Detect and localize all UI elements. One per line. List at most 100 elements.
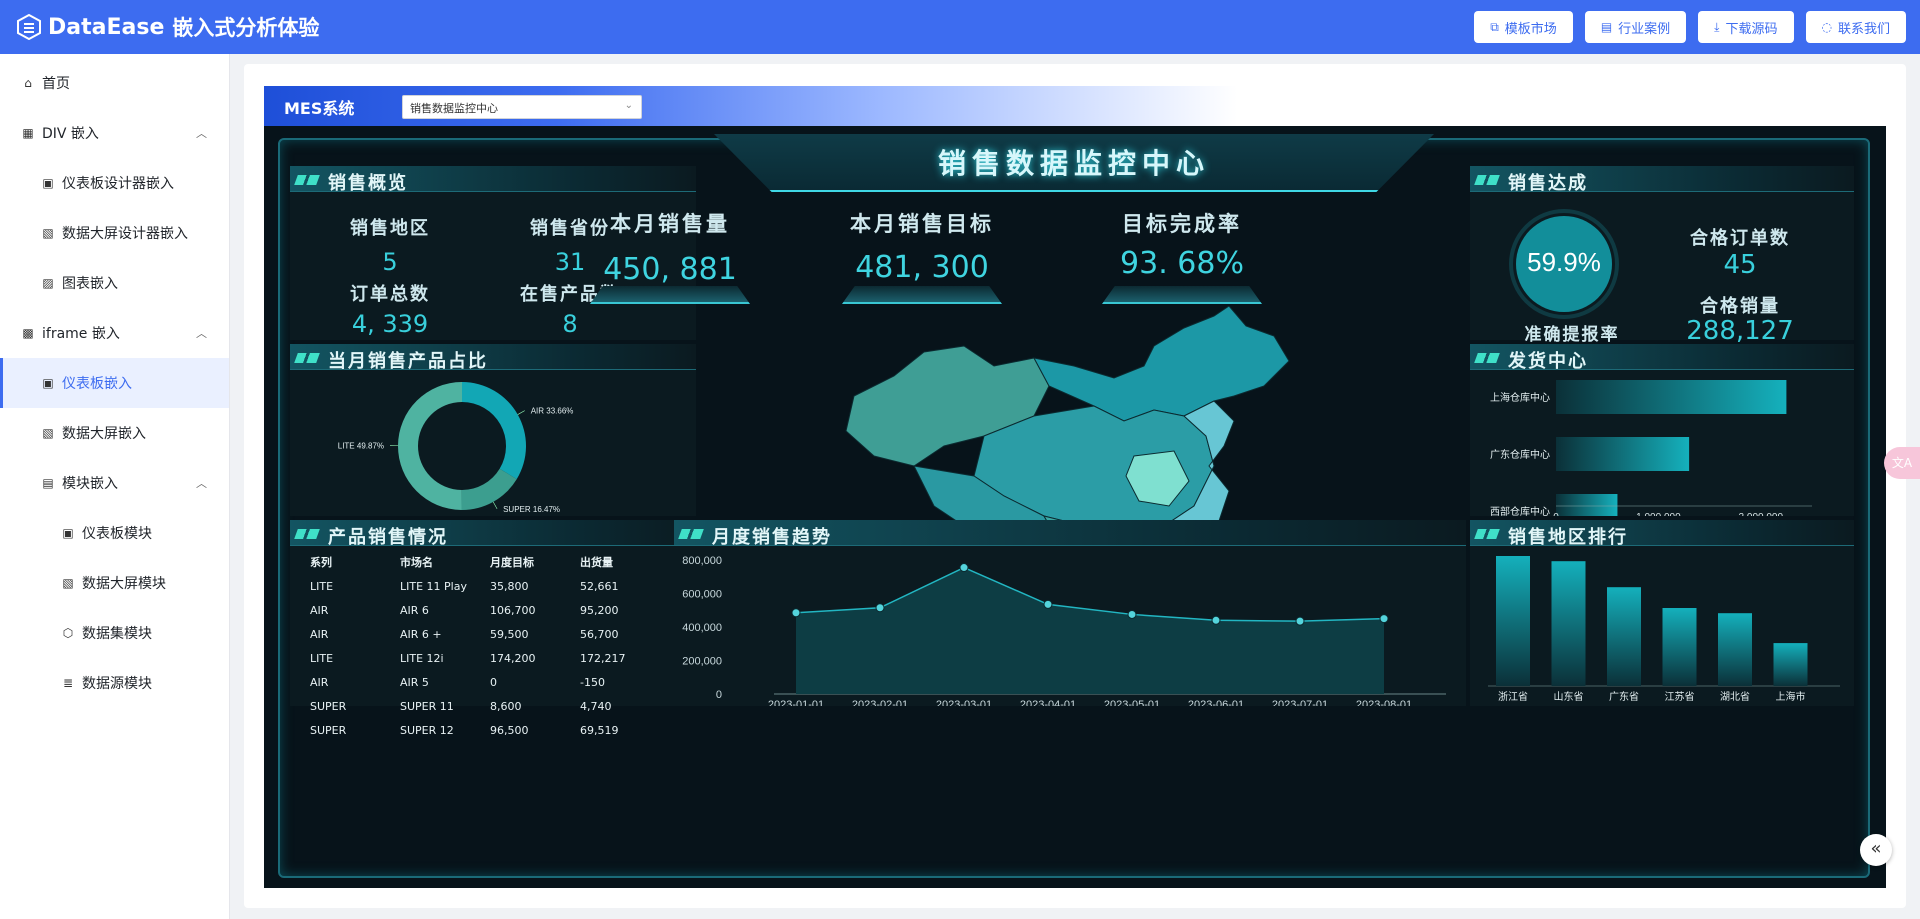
chevron-up-icon: ︿ xyxy=(196,127,207,140)
sidebar-item[interactable]: ▤ 模块嵌入 ︿ xyxy=(0,458,229,508)
bar[interactable] xyxy=(1556,437,1690,471)
bar[interactable] xyxy=(1556,380,1787,414)
sidebar-item[interactable]: ▩ iframe 嵌入 ︿ xyxy=(0,308,229,358)
table-row: AIR AIR 6 106,700 95,200 xyxy=(310,598,670,622)
y-tick-label: 200,000 xyxy=(682,656,722,668)
app-title: 嵌入式分析体验 xyxy=(172,16,320,40)
table-cell: SUPER 12 xyxy=(400,723,454,737)
table-cell: LITE xyxy=(310,651,334,665)
screen-icon: ▧ xyxy=(42,226,54,240)
sidebar-item-label: 仪表板嵌入 xyxy=(62,376,132,392)
sidebar-item[interactable]: ▧ 数据大屏设计器嵌入 xyxy=(0,208,229,258)
module-icon: ▤ xyxy=(42,476,54,490)
table-cell: LITE 12i xyxy=(400,651,444,665)
header-action-button[interactable]: ⧉ 模板市场 xyxy=(1474,11,1573,43)
gauge-label: 准确提报率 xyxy=(1524,325,1620,345)
bar[interactable] xyxy=(1556,494,1618,516)
trend-point[interactable] xyxy=(1295,616,1305,626)
kpi-label: 合格销量 xyxy=(1700,296,1780,317)
sidebar-item[interactable]: ▣ 仪表板设计器嵌入 xyxy=(0,158,229,208)
x-tick-label: 2023-02-01 xyxy=(852,699,908,706)
bar[interactable] xyxy=(1662,608,1697,686)
translate-icon[interactable]: 文A xyxy=(1884,447,1920,479)
sidebar-item-label: 数据大屏嵌入 xyxy=(62,426,146,442)
header-action-label: 联系我们 xyxy=(1837,21,1890,37)
sidebar-item[interactable]: ▦ DIV 嵌入 ︿ xyxy=(0,108,229,158)
sidebar-item[interactable]: ▣ 仪表板模块 xyxy=(0,508,229,558)
sidebar-item[interactable]: ▧ 数据大屏模块 xyxy=(0,558,229,608)
trend-point[interactable] xyxy=(1127,609,1137,619)
sidebar-item-label: 数据大屏设计器嵌入 xyxy=(62,226,188,242)
center-kpi-label: 目标完成率 xyxy=(1122,212,1242,236)
kpi-value: 8 xyxy=(562,310,578,338)
kpi-value: 4, 339 xyxy=(351,310,429,338)
document-icon: ▤ xyxy=(1600,20,1613,34)
table-cell: 174,200 xyxy=(490,651,536,665)
bar[interactable] xyxy=(1496,556,1530,686)
sidebar-item[interactable]: ▣ 仪表板嵌入 xyxy=(0,358,229,408)
donut-slice[interactable] xyxy=(461,468,517,510)
dashboard-screen: 销售数据监控中心 销售概览 销售地区 5 销售省份 31 订单总数 4, 339… xyxy=(264,126,1886,888)
dashboard-icon: ▣ xyxy=(62,526,74,540)
header-action-label: 模板市场 xyxy=(1504,21,1557,37)
table-cell: 95,200 xyxy=(580,603,619,617)
bar[interactable] xyxy=(1718,613,1752,686)
trend-point[interactable] xyxy=(1379,614,1389,624)
sidebar-item[interactable]: ≣ 数据源模块 xyxy=(0,658,229,708)
header-action-label: 下载源码 xyxy=(1725,21,1778,37)
chevron-up-icon: ︿ xyxy=(196,327,207,340)
sidebar-item-label: 数据源模块 xyxy=(82,676,152,692)
sidebar-item-label: DIV 嵌入 xyxy=(42,126,99,142)
panel-header: 产品销售情况 xyxy=(290,520,696,548)
table-cell: LITE xyxy=(310,579,334,593)
download-icon: ⤓ xyxy=(1714,19,1720,34)
x-tick-label: 2023-01-01 xyxy=(768,699,824,706)
bar[interactable] xyxy=(1773,643,1808,686)
collapse-icon[interactable]: « xyxy=(1860,834,1892,866)
sidebar-item[interactable]: ▨ 图表嵌入 xyxy=(0,258,229,308)
x-tick-label: 1,000,000 xyxy=(1636,512,1681,516)
ranking-panel: 销售地区排行 浙江省 山东省 广东省 江苏省 湖北省 上海市 xyxy=(1470,520,1854,706)
header-action-button[interactable]: ⤓ 下载源码 xyxy=(1698,11,1794,43)
donut-slice[interactable] xyxy=(398,382,462,510)
header-action-button[interactable]: ◌ 联系我们 xyxy=(1805,11,1906,43)
sidebar-item[interactable]: ▧ 数据大屏嵌入 xyxy=(0,408,229,458)
screen-title: 销售数据监控中心 xyxy=(937,147,1210,180)
table-header-cell: 系列 xyxy=(310,556,332,569)
center-kpi-label: 本月销售目标 xyxy=(850,212,994,236)
panel-header: 当月销售产品占比 xyxy=(290,344,696,372)
sidebar-item[interactable]: ⬡ 数据集模块 xyxy=(0,608,229,658)
donut-slice[interactable] xyxy=(462,382,526,480)
sidebar-item[interactable]: ⌂ 首页 xyxy=(0,58,229,108)
trend-panel: 月度销售趋势 0 200,000 400,000 600,000 800,000 2023… xyxy=(674,520,1466,706)
trend-point[interactable] xyxy=(791,608,801,618)
sidebar-item-label: 数据大屏模块 xyxy=(82,576,166,592)
table-cell: 35,800 xyxy=(490,579,529,593)
x-tick-label: 2023-04-01 xyxy=(1020,699,1076,706)
trend-point[interactable] xyxy=(1211,615,1221,625)
x-tick-label: 上海市 xyxy=(1776,690,1806,703)
trend-area xyxy=(796,567,1384,694)
bar[interactable] xyxy=(1551,561,1586,686)
gauge-value: 59.9% xyxy=(1527,247,1601,277)
chat-icon: ◌ xyxy=(1821,20,1832,34)
view-select[interactable]: 销售数据监控中心 ⌄ xyxy=(402,95,642,119)
table-row: AIR AIR 5 0 -150 xyxy=(310,670,670,694)
table-cell: 172,217 xyxy=(580,651,626,665)
x-tick-label: 2023-05-01 xyxy=(1104,699,1160,706)
sidebar-item-label: iframe 嵌入 xyxy=(42,326,120,342)
product-sales-title: 产品销售情况 xyxy=(328,527,448,548)
template-icon: ⧉ xyxy=(1490,19,1499,34)
table-row: LITE LITE 11 Play 35,800 52,661 xyxy=(310,574,670,598)
y-tick-label: 0 xyxy=(716,689,722,701)
logo[interactable]: DataEase 嵌入式分析体验 xyxy=(16,12,319,42)
header-action-button[interactable]: ▤ 行业案例 xyxy=(1584,11,1687,43)
trend-point[interactable] xyxy=(875,603,885,613)
trend-point[interactable] xyxy=(959,563,969,573)
bar-category-label: 上海仓库中心 xyxy=(1490,391,1550,404)
frame-title: MES系统 xyxy=(284,99,355,118)
map-region-north[interactable] xyxy=(1033,306,1290,422)
bar[interactable] xyxy=(1607,587,1641,686)
donut-label: AIR 33.66% xyxy=(531,407,574,416)
trend-point[interactable] xyxy=(1043,599,1053,609)
